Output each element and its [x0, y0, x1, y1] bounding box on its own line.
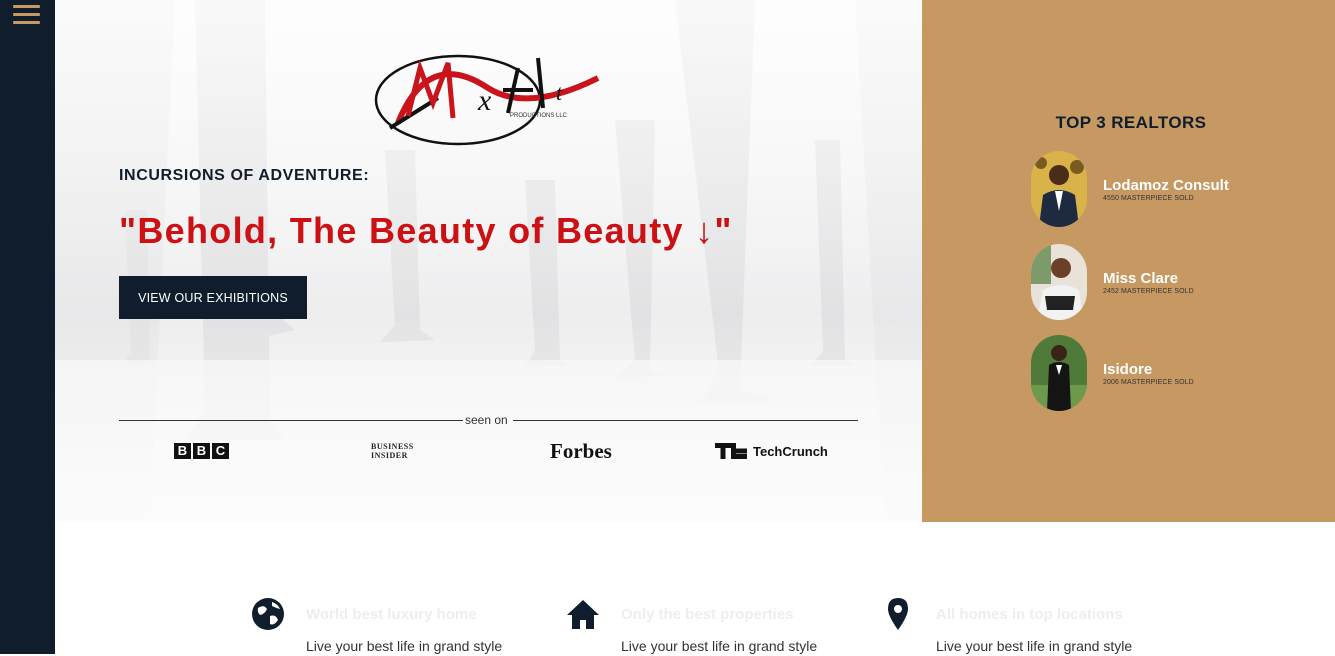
- sidebar: [0, 0, 55, 654]
- forbes-logo: Forbes: [550, 438, 612, 463]
- feature-item: All homes in top locations Live your bes…: [880, 596, 1170, 656]
- realtor-sold-count: 2452 MASTERPIECE SOLD: [1103, 288, 1194, 295]
- avatar: [1031, 151, 1087, 227]
- feature-item: Only the best properties Live your best …: [565, 596, 855, 656]
- feature-title: All homes in top locations: [936, 606, 1123, 623]
- hero-section: x t PRODUCTIONS LLC INCURSIONS OF ADVENT…: [55, 0, 922, 522]
- realtor-item[interactable]: Lodamoz Consult 4550 MASTERPIECE SOLD: [1031, 151, 1331, 227]
- realtor-item[interactable]: Miss Clare 2452 MASTERPIECE SOLD: [1031, 244, 1331, 320]
- map-pin-icon: [888, 598, 908, 630]
- top-realtors-panel: TOP 3 REALTORS Lodamoz Consult 4550 MAST…: [922, 0, 1335, 522]
- svg-text:t: t: [556, 80, 563, 105]
- view-exhibitions-button[interactable]: VIEW OUR EXHIBITIONS: [119, 276, 307, 319]
- menu-icon[interactable]: [13, 5, 40, 26]
- svg-text:x: x: [477, 84, 492, 117]
- features-section: World best luxury home Live your best li…: [55, 522, 1335, 654]
- bbc-logo: BBC: [174, 440, 231, 462]
- avatar: [1031, 335, 1087, 411]
- hero-headline: "Behold, The Beauty of Beauty ↓": [119, 210, 733, 251]
- business-insider-logo: BUSINESS INSIDER: [371, 442, 414, 460]
- realtor-item[interactable]: Isidore 2006 MASTERPIECE SOLD: [1031, 335, 1331, 411]
- realtor-name: Lodamoz Consult: [1103, 177, 1229, 194]
- hero-kicker: INCURSIONS OF ADVENTURE:: [119, 167, 370, 184]
- feature-title: World best luxury home: [306, 606, 477, 623]
- feature-description: Live your best life in grand style: [306, 638, 503, 654]
- seen-on-divider: seen on: [119, 411, 858, 429]
- globe-icon: [252, 598, 284, 630]
- techcrunch-logo: TechCrunch: [715, 440, 828, 462]
- realtors-title: TOP 3 REALTORS: [1055, 113, 1207, 132]
- home-icon: [567, 600, 599, 629]
- svg-text:PRODUCTIONS LLC: PRODUCTIONS LLC: [510, 113, 568, 119]
- feature-description: Live your best life in grand style: [621, 638, 818, 654]
- realtor-sold-count: 2006 MASTERPIECE SOLD: [1103, 379, 1194, 386]
- feature-title: Only the best properties: [621, 606, 794, 623]
- techcrunch-mark-icon: [715, 443, 747, 459]
- realtor-sold-count: 4550 MASTERPIECE SOLD: [1103, 195, 1194, 202]
- seen-on-label: seen on: [465, 413, 508, 427]
- avatar: [1031, 244, 1087, 320]
- feature-description: Live your best life in grand style: [936, 638, 1133, 654]
- realtor-name: Isidore: [1103, 361, 1153, 378]
- realtor-name: Miss Clare: [1103, 270, 1179, 287]
- feature-item: World best luxury home Live your best li…: [250, 596, 540, 656]
- maxart-logo: x t PRODUCTIONS LLC: [374, 54, 600, 146]
